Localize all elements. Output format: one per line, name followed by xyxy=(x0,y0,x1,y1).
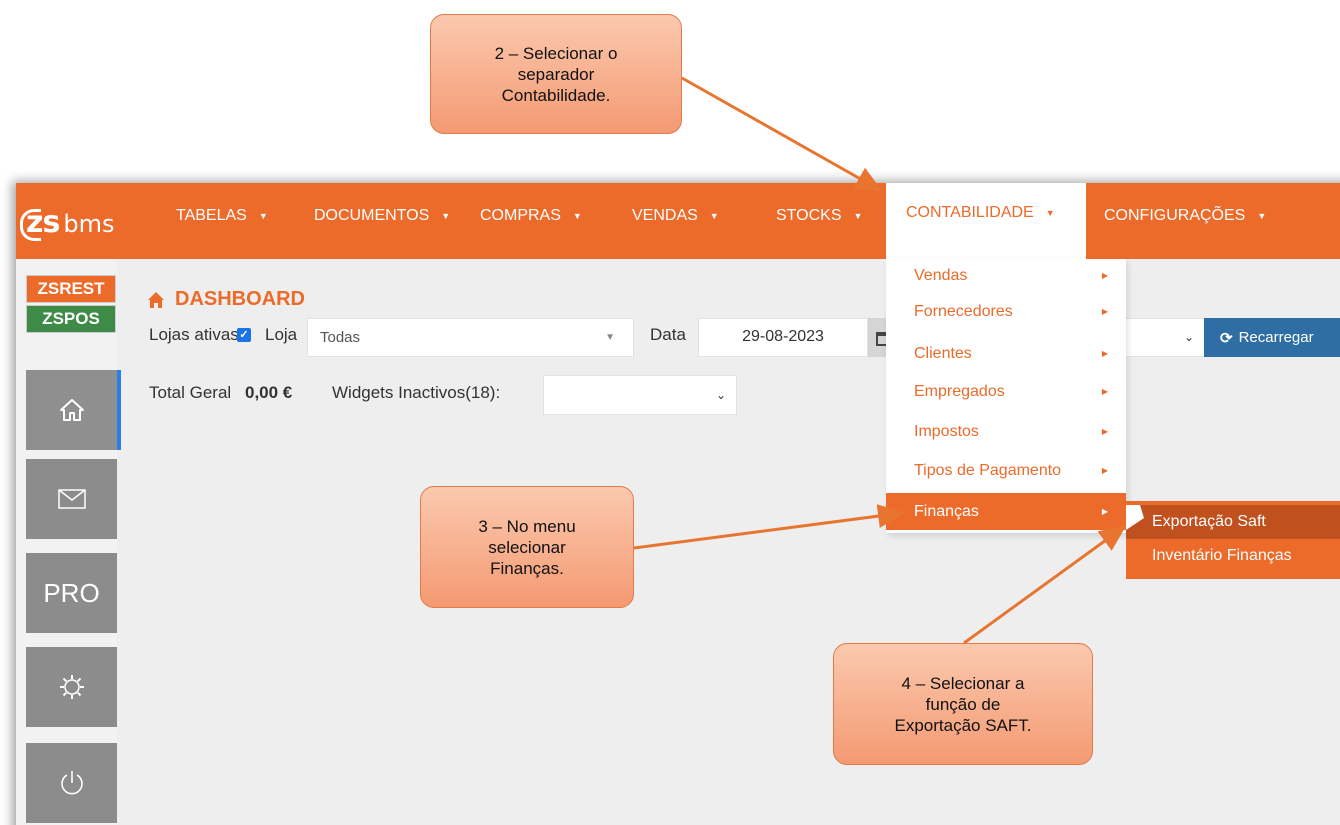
sidebar-mail-button[interactable] xyxy=(26,459,117,539)
callout-line: 4 – Selecionar a xyxy=(901,673,1025,693)
callout-line: 2 – Selecionar o xyxy=(494,43,618,63)
loja-select-value: Todas xyxy=(320,329,361,346)
menu-item-label: Clientes xyxy=(914,344,972,362)
menu-item-clientes[interactable]: Clientes ▶ xyxy=(886,337,1126,370)
refresh-icon: ⟳ xyxy=(1220,329,1233,347)
power-icon xyxy=(60,771,83,795)
contabilidade-dropdown: Vendas ▶ Fornecedores ▶ Clientes ▶ Empregad… xyxy=(886,259,1126,533)
callout-line: Finanças. xyxy=(490,558,564,578)
menu-item-vendas[interactable]: Vendas ▶ xyxy=(886,259,1126,292)
lojas-ativas-checkbox[interactable]: ✓ xyxy=(237,328,251,342)
home-icon xyxy=(148,291,164,308)
menu-item-tipos-de-pagamento[interactable]: Tipos de Pagamento ▶ xyxy=(886,454,1126,487)
reload-label: Recarregar xyxy=(1238,329,1314,346)
chevron-right-icon: ▶ xyxy=(1101,507,1108,516)
chevron-down-icon: ⌄ xyxy=(1183,330,1194,344)
data-label: Data xyxy=(650,325,686,344)
nav-label: STOCKS xyxy=(776,207,842,224)
nav-label: DOCUMENTOS xyxy=(314,207,430,224)
callout-line: selecionar xyxy=(488,537,566,557)
total-geral-label: Total Geral xyxy=(149,383,232,402)
date-input[interactable]: 29-08-2023 xyxy=(698,318,868,357)
callout-line: função de xyxy=(925,694,1001,714)
top-navbar: zs bms TABELAS ▼ DOCUMENTOS ▼ COMPRAS ▼ VEN… xyxy=(16,183,1340,259)
sidebar-home-button[interactable] xyxy=(26,370,121,450)
sidebar-pro-button[interactable]: PRO xyxy=(26,553,117,633)
caret-down-icon: ▼ xyxy=(441,211,451,221)
menu-item-label: Tipos de Pagamento xyxy=(914,461,1062,479)
nav-tabelas[interactable]: TABELAS ▼ xyxy=(176,204,268,228)
nav-stocks[interactable]: STOCKS ▼ xyxy=(776,204,862,228)
sidebar-logout-button[interactable] xyxy=(26,743,117,823)
menu-item-label: Finanças xyxy=(914,502,979,520)
caret-down-icon: ▼ xyxy=(572,211,582,221)
logo-zs: zs xyxy=(19,205,60,241)
widgets-inactivos-select[interactable]: ⌄ xyxy=(543,375,737,415)
callout-line: separador xyxy=(517,64,595,84)
lojas-ativas-label: Lojas ativas xyxy=(149,325,239,344)
chevron-right-icon: ▶ xyxy=(1101,349,1108,358)
app-window: zs bms TABELAS ▼ DOCUMENTOS ▼ COMPRAS ▼ VEN… xyxy=(16,183,1340,825)
chevron-right-icon: ▶ xyxy=(1101,466,1108,475)
sidebar-settings-button[interactable] xyxy=(26,647,117,727)
nav-label: VENDAS xyxy=(632,207,698,224)
mail-icon xyxy=(57,489,86,509)
nav-label: TABELAS xyxy=(176,207,247,224)
dashboard-title: DASHBOARD xyxy=(175,288,305,310)
logo-bms: bms xyxy=(63,210,115,238)
zspos-badge[interactable]: ZSPOS xyxy=(26,305,116,333)
nav-compras[interactable]: COMPRAS ▼ xyxy=(480,204,582,228)
chevron-right-icon: ▶ xyxy=(1101,307,1108,316)
home-icon xyxy=(59,399,84,421)
nav-contabilidade-label: CONTABILIDADE ▼ xyxy=(906,204,1055,222)
sidebar: ZSREST ZSPOS PRO xyxy=(16,259,121,825)
callout-step-3: 3 – No menu selecionar Finanças. xyxy=(420,486,634,608)
reload-button[interactable]: ⟳ Recarregar xyxy=(1204,318,1340,357)
submenu-item-inventario-financas[interactable]: Inventário Finanças xyxy=(1126,539,1340,573)
chevron-down-icon: ▼ xyxy=(605,332,615,343)
zsrest-badge[interactable]: ZSREST xyxy=(26,275,116,303)
menu-item-label: Empregados xyxy=(914,382,1005,400)
submenu-item-exportacao-saft[interactable]: Exportação Saft xyxy=(1126,505,1340,539)
zs-bms-logo[interactable]: zs bms xyxy=(19,205,115,245)
chevron-down-icon: ⌄ xyxy=(715,388,726,402)
widgets-inactivos-label: Widgets Inactivos(18): xyxy=(332,383,501,402)
nav-label: CONFIGURAÇÕES xyxy=(1104,207,1246,224)
menu-item-label: Impostos xyxy=(914,422,979,440)
callout-step-2: 2 – Selecionar o separador Contabilidade… xyxy=(430,14,682,134)
menu-item-label: Vendas xyxy=(914,266,968,284)
nav-documentos[interactable]: DOCUMENTOS ▼ xyxy=(314,204,450,228)
nav-label: COMPRAS xyxy=(480,207,561,224)
caret-down-icon: ▼ xyxy=(709,211,719,221)
caret-down-icon: ▼ xyxy=(853,211,863,221)
chevron-right-icon: ▶ xyxy=(1101,387,1108,396)
total-geral-value: 0,00 € xyxy=(245,383,293,402)
stage: zs bms TABELAS ▼ DOCUMENTOS ▼ COMPRAS ▼ VEN… xyxy=(0,0,1340,825)
callout-line: Contabilidade. xyxy=(501,85,611,105)
nav-vendas[interactable]: VENDAS ▼ xyxy=(632,204,719,228)
arrow-step-2 xyxy=(681,76,883,192)
chevron-right-icon: ▶ xyxy=(1101,271,1108,280)
page-title: DASHBOARD xyxy=(147,288,305,311)
financas-submenu: Exportação Saft Inventário Finanças xyxy=(1126,501,1340,579)
menu-item-empregados[interactable]: Empregados ▶ xyxy=(886,375,1126,408)
loja-label: Loja xyxy=(265,325,298,344)
settings-icon xyxy=(59,675,84,699)
menu-item-label: Fornecedores xyxy=(914,302,1013,320)
nav-label: CONTABILIDADE xyxy=(906,204,1034,221)
callout-step-4: 4 – Selecionar a função de Exportação SA… xyxy=(833,643,1093,765)
callout-line: 3 – No menu xyxy=(478,516,576,536)
callout-line: Exportação SAFT. xyxy=(894,715,1032,735)
caret-down-icon: ▼ xyxy=(1045,208,1055,218)
loja-select[interactable]: Todas ▼ xyxy=(307,318,634,357)
menu-item-impostos[interactable]: Impostos ▶ xyxy=(886,415,1126,448)
nav-contabilidade[interactable]: CONTABILIDADE ▼ xyxy=(886,183,1086,259)
menu-item-financas[interactable]: Finanças ▶ xyxy=(886,493,1126,530)
caret-down-icon: ▼ xyxy=(1257,211,1267,221)
nav-configuracoes[interactable]: CONFIGURAÇÕES ▼ xyxy=(1104,204,1266,228)
chevron-right-icon: ▶ xyxy=(1101,427,1108,436)
caret-down-icon: ▼ xyxy=(258,211,268,221)
menu-item-fornecedores[interactable]: Fornecedores ▶ xyxy=(886,295,1126,328)
